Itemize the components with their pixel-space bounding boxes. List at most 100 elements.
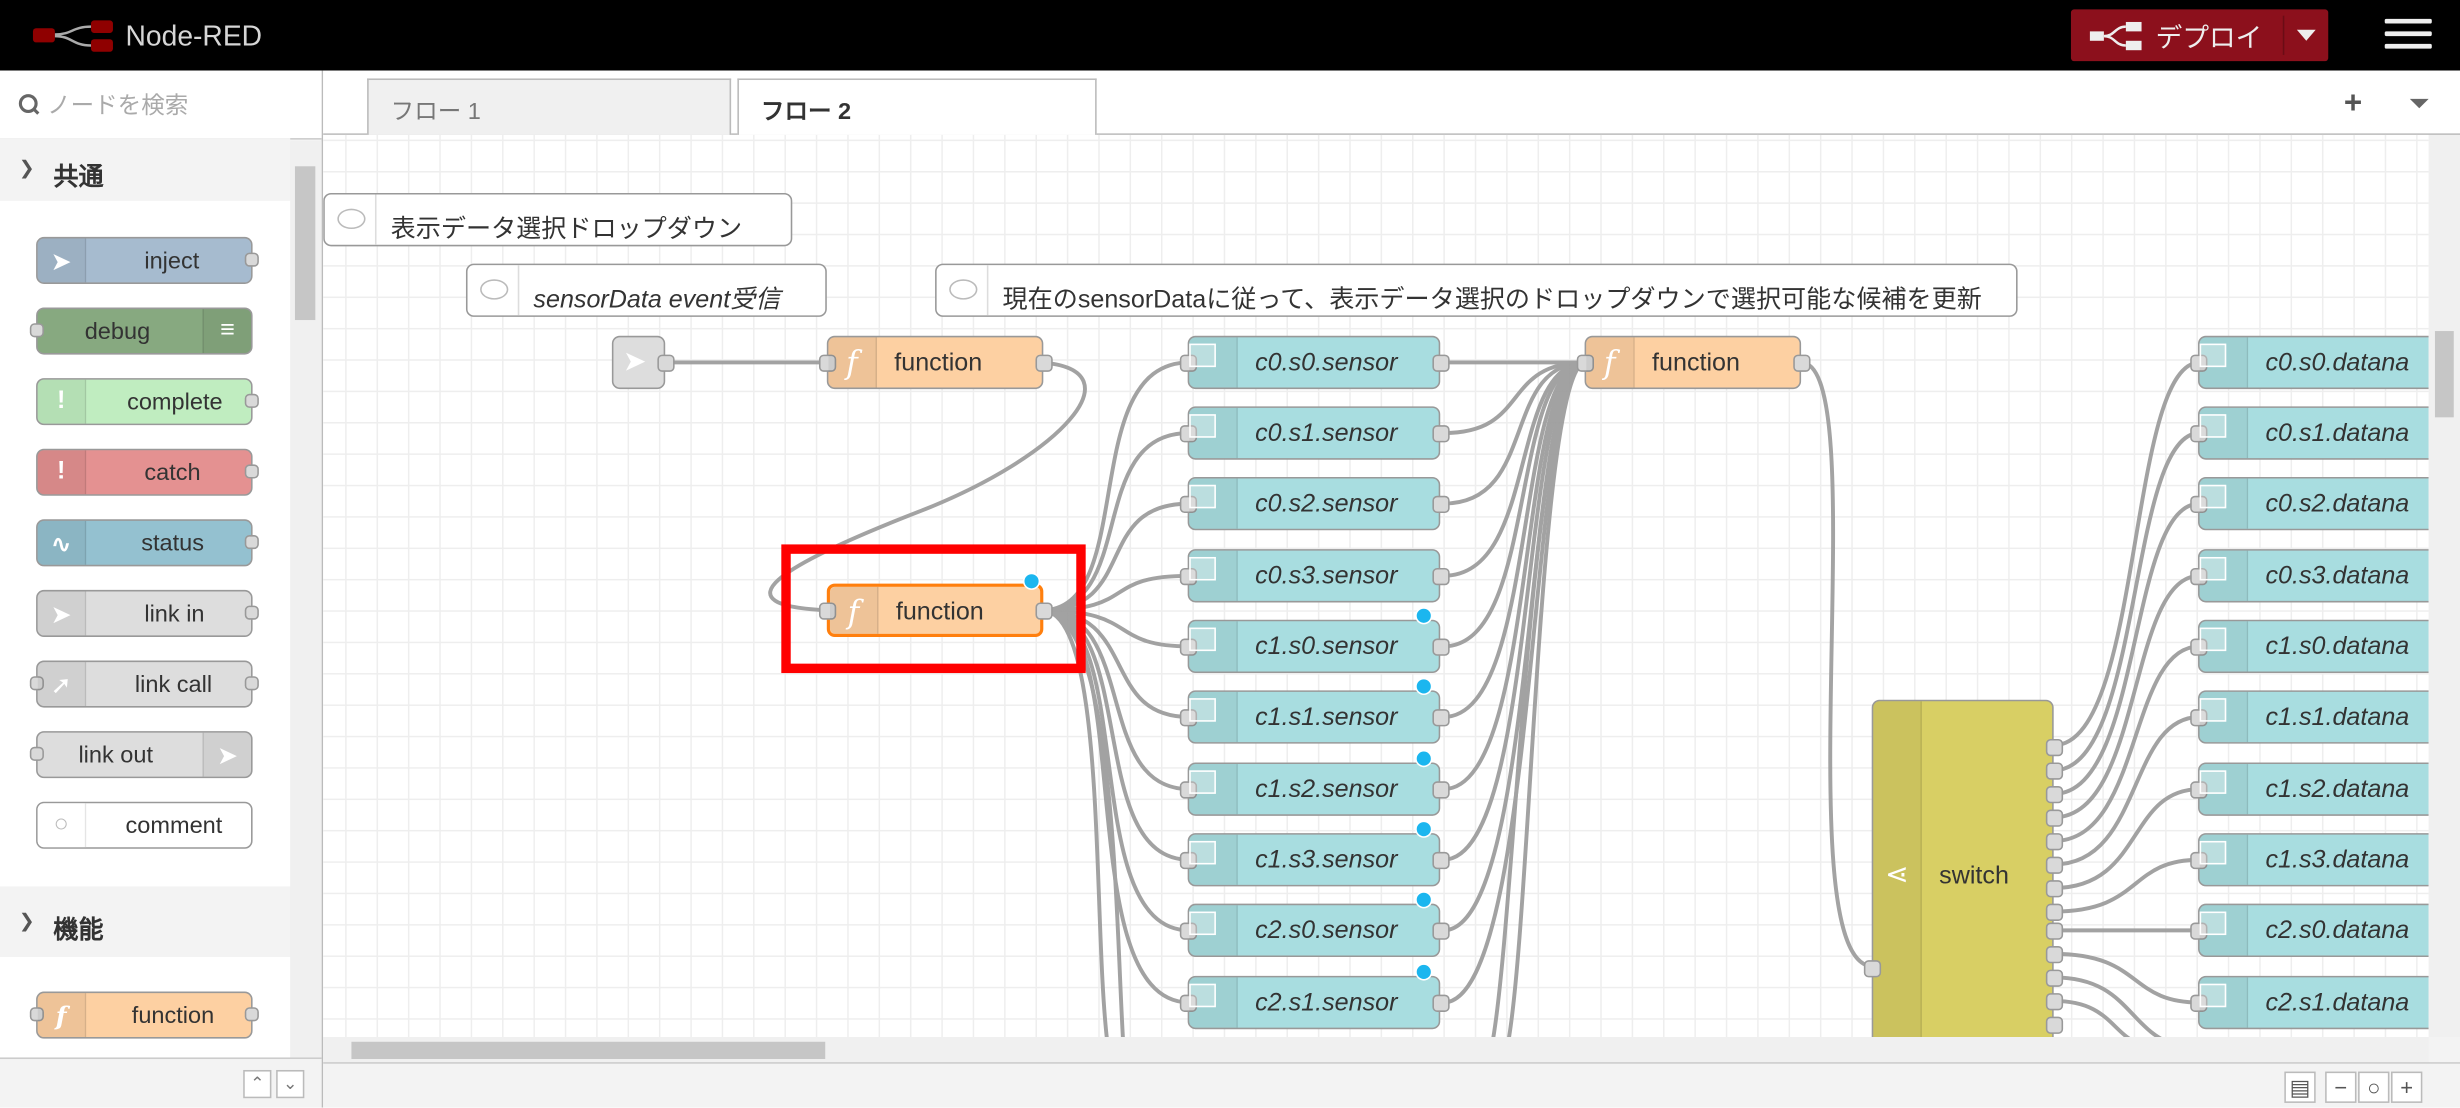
output-port[interactable] <box>1432 851 1450 870</box>
output-port[interactable] <box>2045 993 2064 1011</box>
expand-all-button[interactable]: ⌄ <box>276 1069 305 1099</box>
output-port[interactable] <box>2045 762 2064 780</box>
palette-node-link-in[interactable]: ➤ link in <box>36 589 259 637</box>
flow-canvas[interactable]: 表示データ選択ドロップダウン sensorData event受信 現在のsen… <box>323 134 2429 1038</box>
datana-node[interactable]: c1.s1.datana <box>2190 690 2429 744</box>
node-search-input[interactable] <box>43 84 302 126</box>
ui-list-icon <box>2199 770 2227 794</box>
link-in-node[interactable]: ➤ <box>611 335 675 390</box>
output-port[interactable] <box>2045 880 2064 898</box>
category-header-function[interactable]: ❯ 機能 <box>0 891 291 954</box>
palette-node-link-call[interactable]: ➚ link call <box>29 660 259 708</box>
datana-node[interactable]: c1.s0.datana <box>2190 619 2429 674</box>
datana-node[interactable]: c0.s0.datana <box>2190 335 2429 390</box>
sensor-node[interactable]: c0.s0.sensor <box>1179 335 1450 390</box>
add-flow-icon[interactable]: + <box>2344 86 2362 122</box>
output-port[interactable] <box>657 354 675 372</box>
palette-footer: ⌃ ⌄ <box>0 1057 322 1108</box>
sensor-node[interactable]: c1.s2.sensor <box>1179 749 1450 816</box>
function-node[interactable]: f function <box>1576 335 1811 390</box>
ui-icon-box <box>1189 977 1238 1028</box>
sensor-node[interactable]: c0.s2.sensor <box>1179 476 1450 531</box>
node-red-app: Node-RED デプロイ ❯ 共通 ➤ <box>0 0 2460 1108</box>
output-port[interactable] <box>2045 856 2064 874</box>
datana-node[interactable]: c0.s1.datana <box>2190 406 2429 460</box>
output-port[interactable] <box>2045 922 2064 940</box>
output-port[interactable] <box>2045 946 2064 964</box>
input-port <box>29 323 44 338</box>
zoom-reset-button[interactable]: ○ <box>2358 1071 2390 1103</box>
datana-node[interactable]: c2.s1.datana <box>2190 975 2429 1030</box>
tab-flow-2[interactable]: フロー 2 <box>737 78 1097 135</box>
datana-node[interactable]: c2.s0.datana <box>2190 903 2429 958</box>
zoom-out-button[interactable]: − <box>2325 1071 2357 1103</box>
sensor-node[interactable]: c2.s0.sensor <box>1179 891 1450 958</box>
output-port[interactable] <box>2045 786 2064 804</box>
deploy-button[interactable]: デプロイ <box>2070 9 2329 62</box>
output-port[interactable] <box>2045 1016 2064 1034</box>
output-port[interactable] <box>2045 833 2064 851</box>
palette-scroll-thumb[interactable] <box>294 166 316 321</box>
palette-node-complete[interactable]: ! complete <box>36 378 259 426</box>
output-port[interactable] <box>1432 781 1450 799</box>
function-node[interactable]: f function <box>818 335 1053 390</box>
comment-node[interactable]: 現在のsensorDataに従って、表示データ選択のドロップダウンで選択可能な候… <box>935 263 2018 317</box>
palette-node-catch[interactable]: ! catch <box>36 448 259 496</box>
input-port[interactable] <box>1863 960 1882 978</box>
sensor-node[interactable]: c1.s0.sensor <box>1179 607 1450 674</box>
palette-node-inject[interactable]: ➤ inject <box>36 236 259 284</box>
datana-node[interactable]: c0.s2.datana <box>2190 476 2429 531</box>
datana-node[interactable]: c0.s3.datana <box>2190 549 2429 603</box>
canvas-vertical-scrollbar[interactable] <box>2428 134 2460 1038</box>
horizontal-scroll-thumb[interactable] <box>351 1041 826 1060</box>
deploy-dropdown-icon[interactable] <box>2296 29 2316 41</box>
datana-node[interactable]: c1.s2.datana <box>2190 762 2429 816</box>
output-port[interactable] <box>1432 567 1450 586</box>
output-port[interactable] <box>1035 354 1053 372</box>
collapse-all-button[interactable]: ⌃ <box>243 1069 272 1099</box>
navigator-map-icon[interactable]: ▤ <box>2284 1071 2316 1103</box>
palette-node-comment[interactable]: ○ comment <box>36 801 253 849</box>
palette-node-status[interactable]: ∿ status <box>36 519 259 567</box>
vertical-scroll-thumb[interactable] <box>2434 331 2454 418</box>
sensor-node[interactable]: c0.s1.sensor <box>1179 406 1450 460</box>
output-port[interactable] <box>1432 425 1450 443</box>
output-port[interactable] <box>1432 354 1450 372</box>
sensor-node[interactable]: c1.s1.sensor <box>1179 677 1450 744</box>
output-port[interactable] <box>1432 994 1450 1012</box>
ui-icon-box <box>1189 691 1238 743</box>
sensor-node[interactable]: c2.s1.sensor <box>1179 963 1450 1030</box>
output-port[interactable] <box>2045 969 2064 987</box>
palette-node-debug[interactable]: debug ≡ <box>29 307 253 355</box>
output-port[interactable] <box>2045 903 2064 921</box>
output-port[interactable] <box>1432 638 1450 656</box>
category-header-common[interactable]: ❯ 共通 <box>0 138 291 201</box>
main-menu-button[interactable] <box>2384 18 2432 54</box>
comment-node[interactable]: 表示データ選択ドロップダウン <box>323 192 793 247</box>
sensor-node[interactable]: c0.s3.sensor <box>1179 549 1450 603</box>
datana-node[interactable]: c1.s3.datana <box>2190 833 2429 887</box>
link-call-icon: ➚ <box>50 673 72 700</box>
palette-node-label: link call <box>134 671 213 699</box>
ui-icon-box <box>2199 834 2249 885</box>
output-port[interactable] <box>1432 709 1450 727</box>
chevron-down-icon: ❯ <box>18 156 35 179</box>
canvas-horizontal-scrollbar[interactable] <box>323 1037 2429 1063</box>
output-port[interactable] <box>2045 738 2064 757</box>
tab-flow-1[interactable]: フロー 1 <box>367 78 732 135</box>
palette-scrollbar[interactable] <box>290 141 322 1058</box>
flow-list-dropdown-icon[interactable] <box>2409 98 2429 109</box>
output-port[interactable] <box>2045 809 2064 827</box>
zoom-in-button[interactable]: + <box>2391 1071 2423 1103</box>
output-port[interactable] <box>1432 922 1450 940</box>
palette-node-label: link in <box>144 600 205 628</box>
palette-node-function[interactable]: f function <box>29 991 259 1039</box>
output-port[interactable] <box>1793 354 1811 372</box>
output-port[interactable] <box>1432 495 1450 514</box>
sensor-node[interactable]: c1.s3.sensor <box>1179 820 1450 887</box>
palette-node-link-out[interactable]: link out ➤ <box>29 731 253 779</box>
function-icon: f <box>55 1000 67 1031</box>
comment-node[interactable]: sensorData event受信 <box>465 263 827 317</box>
switch-node[interactable]: ⋖ switch <box>1863 699 2064 1038</box>
changed-indicator <box>1415 891 1433 909</box>
